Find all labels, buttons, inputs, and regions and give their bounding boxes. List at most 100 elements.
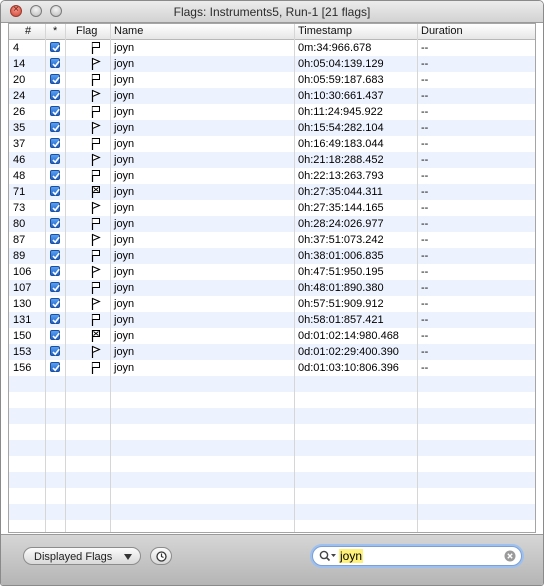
- row-timestamp: 0h:05:59:187.683: [298, 74, 384, 86]
- row-number: 24: [13, 90, 26, 102]
- table-row[interactable]: 37 joyn 0h:16:49:183.044 --: [9, 136, 535, 152]
- row-number: 153: [13, 346, 32, 358]
- checkmark-icon: [52, 236, 60, 244]
- title-bar[interactable]: × Flags: Instruments5, Run-1 [21 flags]: [1, 1, 543, 23]
- column-header-timestamp[interactable]: Timestamp: [298, 25, 352, 39]
- column-header-flag[interactable]: Flag: [76, 25, 97, 39]
- column-header-duration[interactable]: Duration: [421, 25, 463, 39]
- table-row[interactable]: 48 joyn 0h:22:13:263.793 --: [9, 168, 535, 184]
- row-checkbox[interactable]: [50, 170, 60, 180]
- row-checkbox[interactable]: [50, 122, 60, 132]
- table-row[interactable]: 26 joyn 0h:11:24:945.922 --: [9, 104, 535, 120]
- table-row[interactable]: 35 joyn 0h:15:54:282.104 --: [9, 120, 535, 136]
- search-field[interactable]: joyn: [312, 546, 522, 566]
- row-duration: --: [421, 234, 429, 246]
- column-header-number[interactable]: #: [25, 25, 31, 39]
- table-row[interactable]: 131 joyn 0h:58:01:857.421 --: [9, 312, 535, 328]
- row-checkbox[interactable]: [50, 42, 60, 52]
- table-row[interactable]: 153 joyn 0d:01:02:29:400.390 --: [9, 344, 535, 360]
- table-row[interactable]: 87 joyn 0h:37:51:073.242 --: [9, 232, 535, 248]
- row-name: joyn: [114, 346, 135, 358]
- table-row[interactable]: 71 joyn 0h:27:35:044.311 --: [9, 184, 535, 200]
- row-name: joyn: [114, 330, 135, 342]
- row-checkbox[interactable]: [50, 58, 60, 68]
- row-checkbox[interactable]: [50, 90, 60, 100]
- row-timestamp: 0h:37:51:073.242: [298, 234, 384, 246]
- row-timestamp: 0h:47:51:950.195: [298, 266, 384, 278]
- row-duration: --: [421, 298, 429, 310]
- table-row[interactable]: 46 joyn 0h:21:18:288.452 --: [9, 152, 535, 168]
- row-duration: --: [421, 314, 429, 326]
- magnifier-icon: [319, 550, 336, 562]
- row-name: joyn: [114, 202, 135, 214]
- row-checkbox[interactable]: [50, 202, 60, 212]
- row-checkbox[interactable]: [50, 346, 60, 356]
- row-checkbox[interactable]: [50, 74, 60, 84]
- column-header-name[interactable]: Name: [114, 25, 143, 39]
- table-row[interactable]: 107 joyn 0h:48:01:890.380 --: [9, 280, 535, 296]
- table-row[interactable]: 73 joyn 0h:27:35:144.165 --: [9, 200, 535, 216]
- row-number: 89: [13, 250, 26, 262]
- row-duration: --: [421, 218, 429, 230]
- checkmark-icon: [52, 252, 60, 260]
- clear-circle-icon[interactable]: [504, 550, 516, 562]
- row-timestamp: 0h:48:01:890.380: [298, 282, 384, 294]
- row-duration: --: [421, 90, 429, 102]
- row-checkbox[interactable]: [50, 138, 60, 148]
- row-checkbox[interactable]: [50, 106, 60, 116]
- row-checkbox[interactable]: [50, 250, 60, 260]
- row-checkbox[interactable]: [50, 154, 60, 164]
- row-name: joyn: [114, 154, 135, 166]
- table-row[interactable]: 14 joyn 0h:05:04:139.129 --: [9, 56, 535, 72]
- table-row[interactable]: 89 joyn 0h:38:01:006.835 --: [9, 248, 535, 264]
- bottom-toolbar: Displayed Flags joyn: [1, 534, 543, 585]
- row-number: 73: [13, 202, 26, 214]
- row-stripe: [9, 408, 535, 424]
- column-divider: [65, 24, 66, 532]
- search-input-text[interactable]: joyn: [339, 549, 364, 563]
- row-timestamp: 0h:58:01:857.421: [298, 314, 384, 326]
- table-row[interactable]: 4 joyn 0m:34:966.678 --: [9, 40, 535, 56]
- table-row[interactable]: 156 joyn 0d:01:03:10:806.396 --: [9, 360, 535, 376]
- row-checkbox[interactable]: [50, 282, 60, 292]
- table-row[interactable]: 80 joyn 0h:28:24:026.977 --: [9, 216, 535, 232]
- row-timestamp: 0h:21:18:288.452: [298, 154, 384, 166]
- clock-button[interactable]: [150, 547, 172, 565]
- row-name: joyn: [114, 266, 135, 278]
- table-row[interactable]: 24 joyn 0h:10:30:661.437 --: [9, 88, 535, 104]
- row-checkbox[interactable]: [50, 234, 60, 244]
- column-divider: [110, 24, 111, 532]
- table-row[interactable]: 20 joyn 0h:05:59:187.683 --: [9, 72, 535, 88]
- row-duration: --: [421, 42, 429, 54]
- displayed-flags-popup[interactable]: Displayed Flags: [23, 547, 141, 565]
- checkmark-icon: [52, 268, 60, 276]
- row-checkbox[interactable]: [50, 314, 60, 324]
- row-name: joyn: [114, 106, 135, 118]
- row-duration: --: [421, 186, 429, 198]
- row-number: 71: [13, 186, 26, 198]
- table-row[interactable]: 106 joyn 0h:47:51:950.195 --: [9, 264, 535, 280]
- row-stripe: [9, 376, 535, 392]
- row-checkbox[interactable]: [50, 298, 60, 308]
- row-timestamp: 0m:34:966.678: [298, 42, 372, 54]
- checkmark-icon: [52, 284, 60, 292]
- table-row[interactable]: 130 joyn 0h:57:51:909.912 --: [9, 296, 535, 312]
- row-number: 20: [13, 74, 26, 86]
- row-duration: --: [421, 266, 429, 278]
- row-timestamp: 0d:01:02:14:980.468: [298, 330, 399, 342]
- row-name: joyn: [114, 42, 135, 54]
- row-name: joyn: [114, 138, 135, 150]
- row-checkbox[interactable]: [50, 330, 60, 340]
- row-checkbox[interactable]: [50, 186, 60, 196]
- table-row[interactable]: 150 joyn 0d:01:02:14:980.468 --: [9, 328, 535, 344]
- flag-start-icon: [91, 361, 101, 378]
- chevron-down-icon: [124, 554, 132, 560]
- column-divider: [294, 24, 295, 532]
- column-header-checked[interactable]: *: [53, 25, 57, 39]
- row-name: joyn: [114, 314, 135, 326]
- row-checkbox[interactable]: [50, 218, 60, 228]
- checkmark-icon: [52, 316, 60, 324]
- row-checkbox[interactable]: [50, 266, 60, 276]
- row-checkbox[interactable]: [50, 362, 60, 372]
- row-duration: --: [421, 202, 429, 214]
